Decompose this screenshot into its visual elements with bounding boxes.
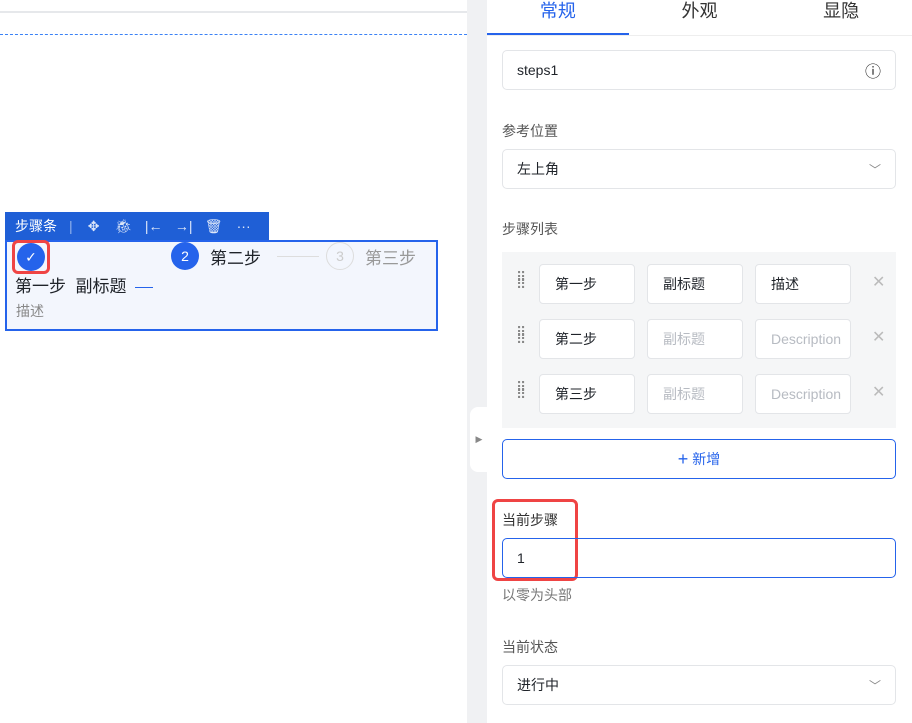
list-item: ⠿ ⠿ 第一步 副标题 描述 ✕ — [502, 264, 896, 304]
bug-icon[interactable]: 🐞︎ — [115, 218, 133, 235]
step-subtitle: 副标题 — [75, 277, 127, 296]
steps-list-label: 步骤列表 — [502, 221, 558, 237]
tab-appearance[interactable]: 外观 — [629, 0, 771, 35]
canvas-top-divider — [0, 11, 467, 13]
select-value: 进行中 — [517, 677, 559, 693]
step-title: 第一步 — [15, 277, 66, 296]
list-item: ⠿ ⠿ 第三步 副标题 Description ✕ — [502, 374, 896, 414]
step-title-input[interactable]: 第二步 — [539, 319, 635, 359]
move-icon[interactable]: ✥ — [85, 218, 103, 235]
property-panel: 常规 外观 显隐 steps1 ⓘ 参考位置 左上角 ﹀ 步骤列表 ⠿ ⠿ 第一步… — [487, 0, 912, 723]
step-description-input[interactable]: 描述 — [755, 264, 851, 304]
step-description-input[interactable]: Description — [755, 319, 851, 359]
current-step-input[interactable]: 1 — [502, 538, 896, 578]
step-subtitle-input[interactable]: 副标题 — [647, 264, 743, 304]
step-description: 描述 — [16, 303, 44, 319]
step-description-input[interactable]: Description — [755, 374, 851, 414]
current-status-select[interactable]: 进行中 ﹀ — [502, 665, 896, 705]
delete-icon[interactable]: 🗑︎ — [205, 218, 223, 235]
step-subtitle-input[interactable]: 副标题 — [647, 374, 743, 414]
current-step-hint: 以零为头部 — [502, 587, 572, 603]
select-value: 左上角 — [517, 161, 559, 177]
tab-general[interactable]: 常规 — [487, 0, 629, 35]
step-title-input[interactable]: 第一步 — [539, 264, 635, 304]
toolbar-divider: | — [69, 218, 73, 234]
panel-tabs: 常规 外观 显隐 — [487, 0, 912, 36]
info-icon[interactable]: ⓘ — [865, 58, 881, 82]
align-left-icon[interactable]: |← — [145, 218, 163, 234]
close-icon[interactable]: ✕ — [872, 272, 885, 292]
chevron-down-icon: ﹀ — [868, 678, 881, 693]
step-1: 第一步 副标题 — [15, 272, 154, 297]
step-3-number: 3 — [326, 242, 354, 270]
step-2-number: 2 — [171, 242, 199, 270]
plus-icon: + — [677, 448, 689, 469]
step-connector — [277, 256, 319, 257]
component-name-input[interactable]: steps1 ⓘ — [502, 50, 896, 90]
steps-component[interactable]: ✓ 第一步 副标题 描述 2 第二步 3 第三步 — [5, 240, 438, 331]
collapse-panel-button[interactable]: ▶ — [470, 407, 488, 472]
step-2-title: 第二步 — [210, 249, 261, 268]
current-status-label: 当前状态 — [502, 639, 558, 655]
tab-visibility[interactable]: 显隐 — [770, 0, 912, 35]
position-select[interactable]: 左上角 ﹀ — [502, 149, 896, 189]
canvas-guide-line — [0, 34, 487, 35]
component-name: 步骤条 — [15, 218, 57, 234]
current-step-label: 当前步骤 — [502, 512, 558, 528]
more-icon[interactable]: ··· — [235, 218, 253, 234]
add-step-button[interactable]: + 新增 — [502, 439, 896, 479]
add-label: 新增 — [692, 451, 721, 467]
step-connector — [135, 287, 154, 289]
caret-right-icon: ▶ — [475, 434, 483, 444]
drag-handle-icon[interactable]: ⠿ ⠿ — [516, 325, 526, 346]
chevron-down-icon: ﹀ — [868, 162, 881, 177]
position-label: 参考位置 — [502, 123, 558, 139]
check-icon: ✓ — [17, 243, 45, 271]
drag-handle-icon[interactable]: ⠿ ⠿ — [516, 270, 526, 291]
close-icon[interactable]: ✕ — [872, 327, 885, 347]
close-icon[interactable]: ✕ — [872, 382, 885, 402]
drag-handle-icon[interactable]: ⠿ ⠿ — [516, 380, 526, 401]
step-title-input[interactable]: 第三步 — [539, 374, 635, 414]
component-toolbar: 步骤条 | ✥ 🐞︎ |← →| 🗑︎ ··· — [5, 212, 269, 240]
list-item: ⠿ ⠿ 第二步 副标题 Description ✕ — [502, 319, 896, 359]
steps-list: ⠿ ⠿ 第一步 副标题 描述 ✕ ⠿ ⠿ 第二步 副标题 Description ✕… — [502, 252, 896, 428]
step-subtitle-input[interactable]: 副标题 — [647, 319, 743, 359]
step-3-title: 第三步 — [365, 249, 416, 268]
input-value: steps1 — [517, 62, 559, 78]
align-right-icon[interactable]: →| — [175, 218, 193, 234]
panel-gutter — [467, 0, 487, 723]
input-value: 1 — [517, 550, 525, 566]
